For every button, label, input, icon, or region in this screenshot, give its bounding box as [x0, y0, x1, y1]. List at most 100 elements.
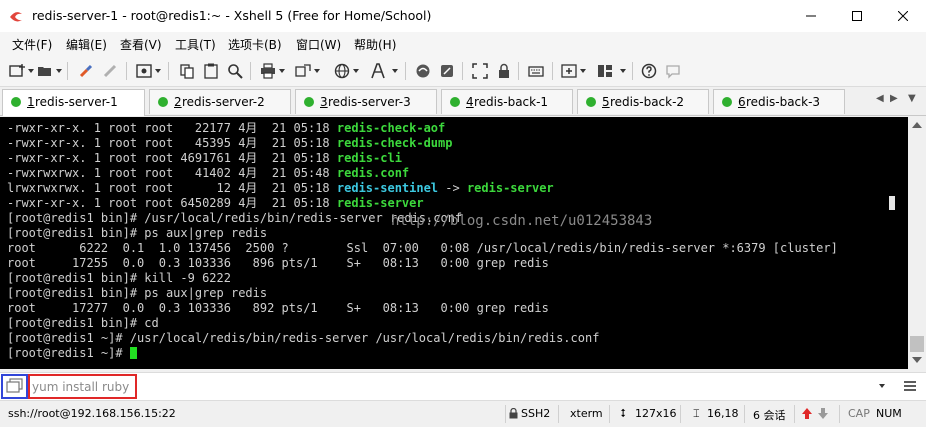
tab-scroll-right-icon[interactable]: ▶	[890, 93, 898, 104]
new-session-button[interactable]	[8, 62, 26, 80]
lock-button[interactable]	[495, 62, 513, 80]
menu-bar: 文件(F) 编辑(E) 查看(V) 工具(T) 选项卡(B) 窗口(W) 帮助(…	[0, 32, 926, 56]
help-button[interactable]	[640, 62, 658, 80]
status-connection: ssh://root@192.168.156.15:22	[8, 407, 176, 420]
print-dropdown[interactable]	[279, 69, 285, 73]
properties-dropdown[interactable]	[155, 69, 161, 73]
font-icon	[371, 63, 385, 79]
menu-help[interactable]: 帮助(H)	[354, 36, 396, 53]
menu-tabs[interactable]: 选项卡(B)	[228, 36, 282, 53]
paste-button[interactable]	[202, 62, 220, 80]
tab-scroll-left-icon[interactable]: ◀	[876, 93, 884, 104]
xftp-button[interactable]	[414, 62, 432, 80]
status-bar: ssh://root@192.168.156.15:22 SSH2 xterm …	[0, 400, 926, 427]
terminal-line: [root@redis1 bin]# ps aux|grep redis	[7, 286, 267, 301]
menu-window[interactable]: 窗口(W)	[296, 36, 341, 53]
terminal-text: -rwxr-xr-x. 1 root root 22177 4月 21 05:1…	[7, 121, 337, 135]
open-dropdown[interactable]	[56, 69, 62, 73]
toolbar-separator	[552, 62, 553, 80]
keyboard-button[interactable]	[527, 62, 545, 80]
reconnect-button[interactable]	[77, 62, 95, 80]
toolbar-separator	[405, 62, 406, 80]
fullscreen-icon	[472, 63, 488, 79]
toolbar-separator	[168, 62, 169, 80]
resize-icon: ⭥	[620, 407, 626, 420]
globe-button[interactable]	[333, 62, 351, 80]
menu-tools[interactable]: 工具(T)	[175, 36, 216, 53]
terminal-text: redis.conf	[336, 166, 410, 180]
arrow-down-icon[interactable]	[818, 408, 828, 419]
paste-icon	[204, 63, 218, 79]
chevron-down-icon[interactable]	[879, 384, 885, 388]
status-num: NUM	[876, 407, 902, 420]
disconnect-button[interactable]	[101, 62, 119, 80]
find-button[interactable]	[226, 62, 244, 80]
toolbar-separator	[518, 62, 519, 80]
tab-redis-back-3[interactable]: 6 redis-back-3	[713, 89, 845, 114]
copy-button[interactable]	[178, 62, 196, 80]
print-button[interactable]	[259, 62, 277, 80]
toolbar-separator	[632, 62, 633, 80]
tab-redis-back-2[interactable]: 5 redis-back-2	[577, 89, 709, 114]
tab-number: 3	[320, 95, 328, 109]
tab-redis-server-3[interactable]: 3 redis-server-3	[295, 89, 437, 114]
compose-input[interactable]: yum install ruby	[28, 374, 137, 399]
scrollbar-thumb[interactable]	[910, 336, 924, 352]
fullscreen-button[interactable]	[471, 62, 489, 80]
chat-button[interactable]	[664, 62, 682, 80]
script-button[interactable]	[438, 62, 456, 80]
layout-button[interactable]	[596, 62, 614, 80]
arrow-down-icon[interactable]	[912, 357, 922, 363]
status-terminal-type: xterm	[570, 407, 603, 420]
terminal-text: [root@redis1 bin]# ps aux|grep redis	[7, 286, 268, 300]
terminal-line: [root@redis1 bin]# cd	[7, 316, 159, 331]
properties-button[interactable]	[135, 62, 153, 80]
terminal-line: -rwxr-xr-x. 1 root root 6450289 4月 21 05…	[7, 196, 424, 211]
terminal-output[interactable]: -rwxr-xr-x. 1 root root 22177 4月 21 05:1…	[0, 117, 908, 369]
font-button[interactable]	[369, 62, 387, 80]
status-separator	[680, 405, 681, 423]
connected-status-icon	[722, 97, 732, 107]
open-button[interactable]	[36, 62, 54, 80]
transfer-dropdown[interactable]	[314, 69, 320, 73]
menu-icon[interactable]	[903, 380, 917, 392]
terminal-line: -rwxrwxrwx. 1 root root 41402 4月 21 05:4…	[7, 166, 409, 181]
terminal-scrollbar[interactable]	[908, 117, 926, 369]
arrow-up-icon[interactable]	[802, 408, 812, 419]
title-bar: redis-server-1 - root@redis1:~ - Xshell …	[0, 0, 926, 32]
tab-label: redis-server-2	[182, 95, 265, 109]
toolbar	[0, 56, 926, 87]
maximize-button[interactable]	[834, 0, 880, 32]
globe-dropdown[interactable]	[353, 69, 359, 73]
terminal-text: -rwxr-xr-x. 1 root root 6450289 4月 21 05…	[7, 196, 337, 210]
terminal-text: redis-server	[466, 181, 554, 195]
menu-view[interactable]: 查看(V)	[120, 36, 162, 53]
add-tab-dropdown[interactable]	[580, 69, 586, 73]
close-button[interactable]	[880, 0, 926, 32]
font-dropdown[interactable]	[392, 69, 398, 73]
terminal-text: [root@redis1 ~]# /usr/local/redis/bin/re…	[7, 331, 600, 345]
tab-redis-back-1[interactable]: 4 redis-back-1	[441, 89, 573, 114]
new-session-icon	[9, 64, 25, 77]
new-session-dropdown[interactable]	[28, 69, 34, 73]
add-tab-button[interactable]	[560, 62, 578, 80]
keyboard-icon	[528, 66, 544, 77]
compose-toggle-button[interactable]	[1, 374, 28, 399]
session-tab-bar: 1 redis-server-1 2 redis-server-2 3 redi…	[0, 87, 926, 116]
find-icon	[228, 64, 243, 79]
menu-edit[interactable]: 编辑(E)	[66, 36, 107, 53]
layout-icon	[598, 65, 612, 77]
terminal-scroll-marker	[889, 196, 895, 210]
terminal-text: redis-check-dump	[336, 136, 453, 150]
menu-file[interactable]: 文件(F)	[12, 36, 52, 53]
terminal-text: redis-check-aof	[336, 121, 446, 135]
terminal-line: [root@redis1 ~]# /usr/local/redis/bin/re…	[7, 331, 599, 346]
connected-status-icon	[158, 97, 168, 107]
transfer-button[interactable]	[294, 62, 312, 80]
layout-dropdown[interactable]	[620, 69, 626, 73]
tab-list-dropdown-icon[interactable]: ▼	[908, 93, 916, 104]
tab-redis-server-1[interactable]: 1 redis-server-1	[2, 89, 145, 116]
tab-redis-server-2[interactable]: 2 redis-server-2	[149, 89, 291, 114]
minimize-button[interactable]	[788, 0, 834, 32]
arrow-up-icon[interactable]	[912, 122, 922, 128]
